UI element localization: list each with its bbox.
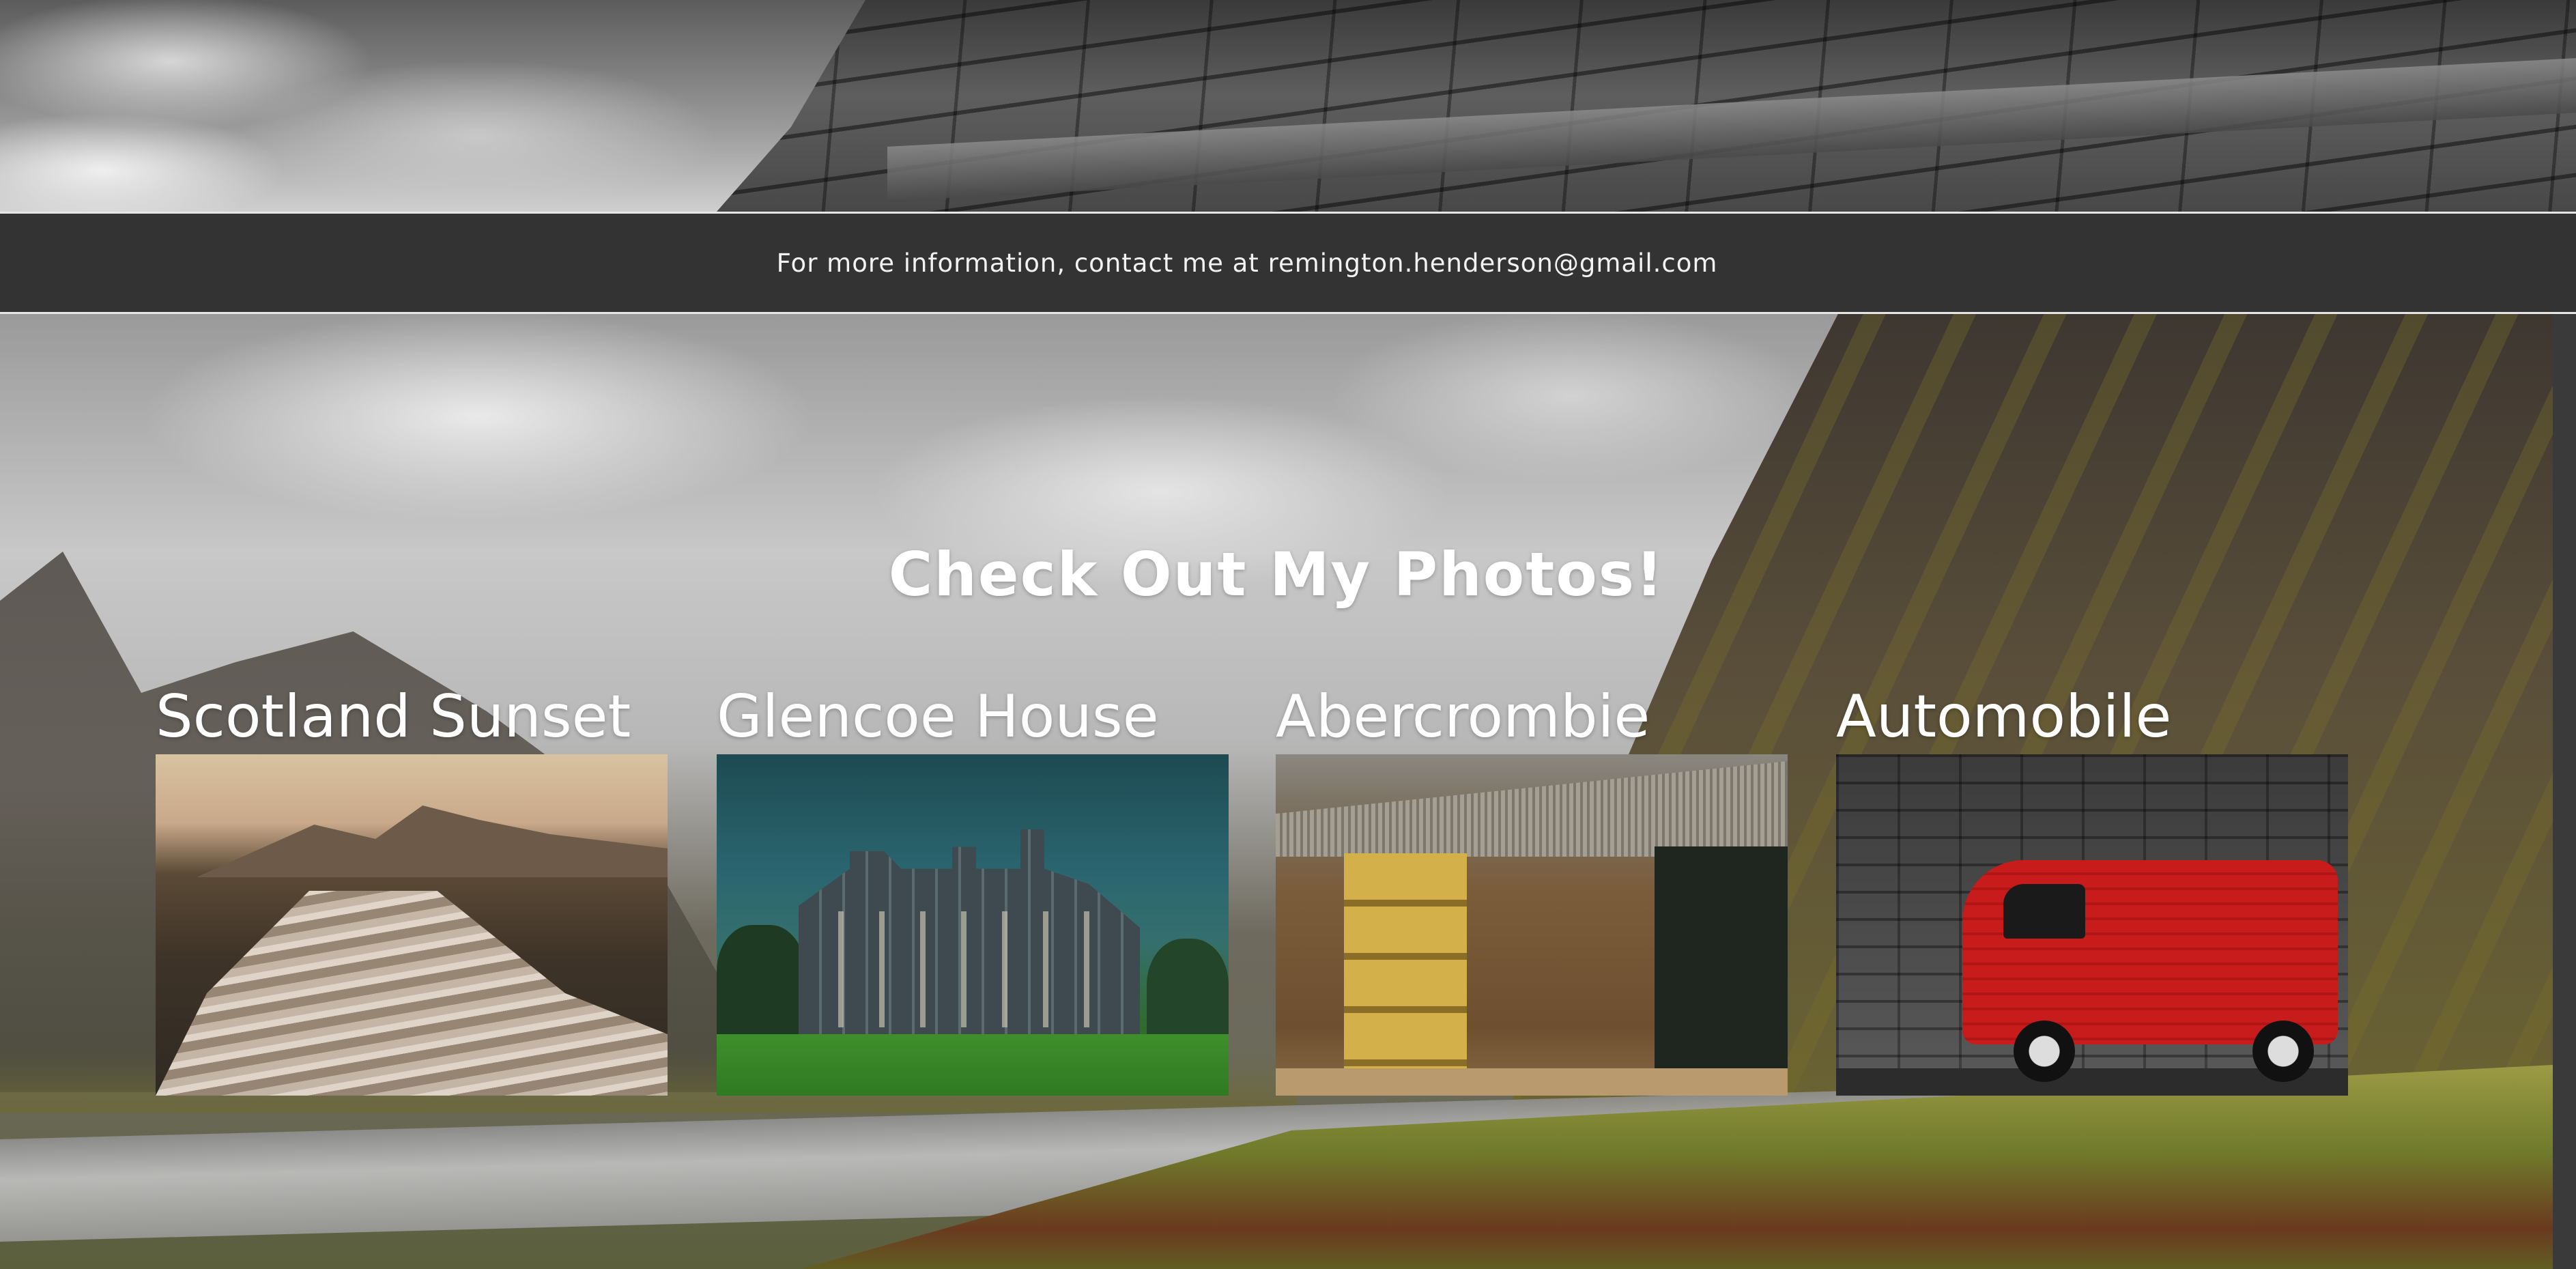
photo-glencoe-house[interactable] (717, 754, 1229, 1096)
photo-windows (819, 911, 1119, 1027)
contact-bar: For more information, contact me at remi… (0, 212, 2576, 314)
photo-trees (717, 925, 805, 1041)
photo-caption: Scotland Sunset (156, 683, 631, 751)
photo-abercrombie[interactable] (1276, 754, 1788, 1096)
gallery-title: Check Out My Photos! (888, 539, 1665, 610)
photo-floor (1276, 1068, 1788, 1096)
photo-scotland-sunset[interactable] (156, 754, 668, 1096)
photo-crates (1344, 853, 1467, 1072)
photo-lawn (717, 1034, 1229, 1096)
header-banner-image (0, 0, 2576, 212)
photo-automobile[interactable] (1836, 754, 2348, 1096)
photo-card-glencoe-house[interactable]: Glencoe House (717, 679, 1229, 1096)
photo-trees (1147, 939, 1229, 1041)
photo-van-window (2003, 884, 2085, 939)
photo-caption: Automobile (1836, 683, 2172, 751)
photo-caption: Abercrombie (1276, 683, 1650, 751)
photo-roof (1276, 761, 1788, 857)
page-scrollbar[interactable] (2553, 314, 2576, 1269)
photo-wheel (2252, 1021, 2314, 1082)
photo-card-abercrombie[interactable]: Abercrombie (1276, 679, 1788, 1096)
photo-mountain (197, 805, 668, 877)
photo-card-automobile[interactable]: Automobile (1836, 679, 2348, 1096)
photo-river (156, 891, 668, 1096)
photo-card-scotland-sunset[interactable]: Scotland Sunset (156, 679, 668, 1096)
contact-text: For more information, contact me at remi… (776, 248, 1718, 278)
photo-caption: Glencoe House (717, 683, 1159, 751)
photo-gallery-section: Check Out My Photos! Scotland Sunset Gle… (0, 314, 2553, 1269)
photo-door (1655, 846, 1788, 1072)
photo-wheel (2014, 1021, 2075, 1082)
